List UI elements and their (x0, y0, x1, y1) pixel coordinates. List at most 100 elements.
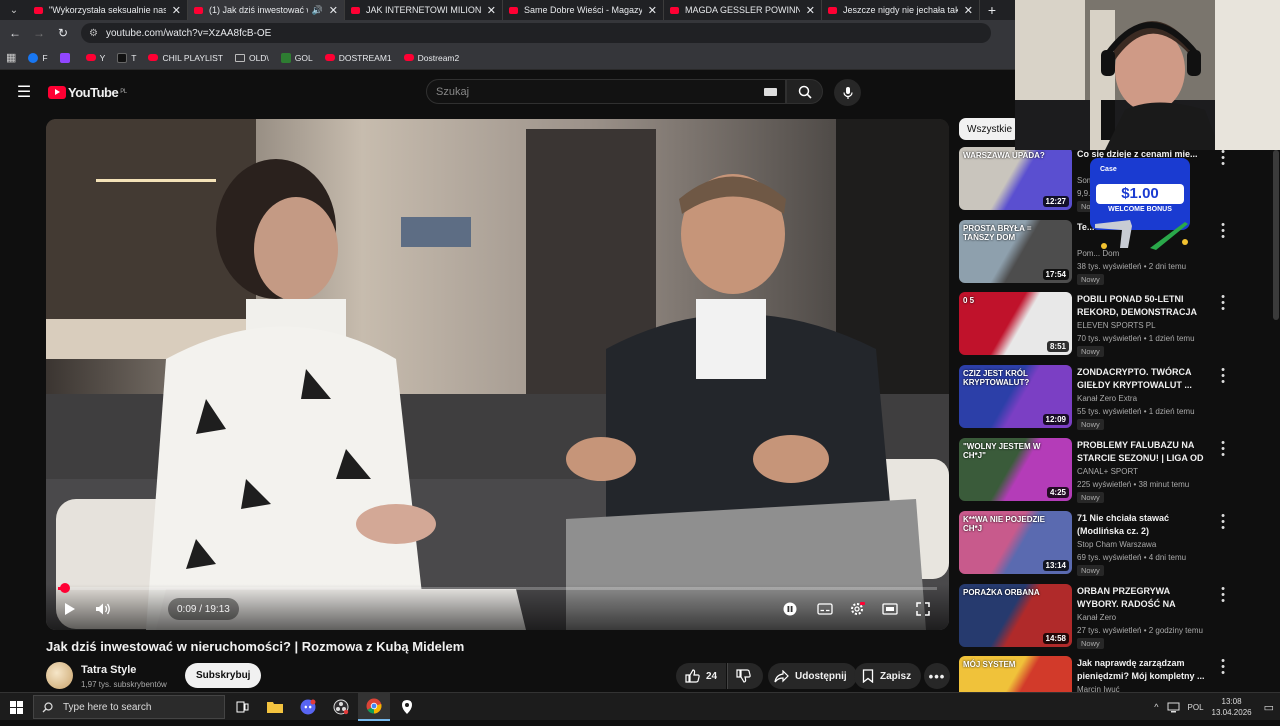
back-button[interactable]: ← (3, 26, 27, 40)
bookmark-item[interactable]: F (28, 52, 48, 63)
video-thumbnail[interactable]: "WOLNY JESTEM W CH*J" 4:25 (959, 438, 1072, 501)
notifications-icon[interactable]: ▭ (1264, 701, 1274, 714)
channel-avatar[interactable] (46, 662, 73, 689)
related-video-channel[interactable]: Pom... Dom (1077, 249, 1119, 258)
network-icon[interactable] (1167, 702, 1180, 713)
forward-button[interactable]: → (27, 26, 51, 40)
reload-button[interactable]: ↻ (51, 26, 75, 40)
search-button[interactable] (786, 79, 823, 104)
close-tab-icon[interactable]: ✕ (964, 4, 973, 17)
bookmark-item[interactable]: DOSTREAM1 (324, 53, 392, 63)
fullscreen-button[interactable] (912, 597, 934, 621)
youtube-logo[interactable]: YouTube PL (48, 85, 127, 100)
progress-bar[interactable] (58, 583, 937, 593)
browser-tab-2[interactable]: (1) Jak dziś inwestować w n 🔊 ✕ (188, 0, 345, 20)
mute-button[interactable] (90, 597, 116, 621)
play-button[interactable] (58, 597, 82, 621)
related-video-channel[interactable]: Kanał Zero (1077, 613, 1116, 622)
related-video-channel[interactable]: ELEVEN SPORTS PL (1077, 321, 1156, 330)
more-vertical-icon[interactable]: • • • (1220, 584, 1226, 607)
save-button[interactable]: Zapisz (854, 663, 922, 689)
voice-search-button[interactable] (834, 79, 861, 106)
more-vertical-icon[interactable]: • • • (1220, 511, 1226, 534)
more-vertical-icon[interactable]: • • • (1220, 438, 1226, 461)
share-button[interactable]: Udostępnij (768, 663, 857, 689)
related-video-title[interactable]: Jak naprawdę zarządzam pieniędzmi? Mój k… (1077, 657, 1213, 682)
video-thumbnail[interactable]: CZIZ JEST KRÓL KRYPTOWALUT? 12:09 (959, 365, 1072, 428)
more-vertical-icon[interactable]: • • • (1220, 656, 1226, 679)
autoplay-toggle[interactable] (780, 597, 800, 621)
related-video-item[interactable]: PORAŻKA ORBANA 14:58 ORBAN PRZEGRYWA WYBOR… (959, 584, 1259, 654)
start-button[interactable] (0, 693, 32, 721)
related-video-title[interactable]: POBILI PONAD 50-LETNI REKORD, DEMONSTRAC… (1077, 293, 1213, 318)
maps-app-button[interactable] (391, 693, 423, 721)
apps-grid-icon[interactable]: ▦ (6, 51, 16, 64)
related-video-title[interactable]: 71 Nie chciała stawać (Modlińska cz. 2) (1077, 512, 1213, 537)
taskbar-search-input[interactable]: Type here to search (33, 695, 225, 719)
browser-tab-1[interactable]: "Wykorzystała seksualnie nasze ✕ (28, 0, 188, 20)
file-explorer-button[interactable] (259, 693, 291, 721)
clock[interactable]: 13:08 13.04.2026 (1212, 696, 1252, 718)
chrome-button[interactable] (358, 693, 390, 721)
progress-scrubber[interactable] (59, 583, 70, 593)
more-vertical-icon[interactable]: • • • (1220, 292, 1226, 315)
task-view-button[interactable] (226, 693, 258, 721)
more-vertical-icon[interactable]: • • • (1220, 147, 1226, 170)
url-field[interactable]: ⚙ youtube.com/watch?v=XzAA8fcB-OE (81, 23, 991, 43)
related-video-title[interactable]: ORBAN PRZEGRYWA WYBORY. RADOŚĆ NA WĘGRZE… (1077, 585, 1213, 610)
obs-button[interactable] (325, 693, 357, 721)
more-vertical-icon[interactable]: • • • (1220, 365, 1226, 388)
bookmark-item[interactable]: CHIL PLAYLIST (148, 53, 223, 63)
related-video-channel[interactable]: CANAL+ SPORT (1077, 467, 1138, 476)
search-input[interactable]: Szukaj (426, 79, 786, 104)
video-player[interactable]: 0:09 / 19:13 (46, 119, 949, 630)
menu-icon[interactable]: ☰ (0, 82, 48, 102)
bookmark-item[interactable]: T (117, 52, 136, 63)
theater-mode-button[interactable] (879, 597, 901, 621)
related-video-channel[interactable]: Kanał Zero Extra (1077, 394, 1137, 403)
video-thumbnail[interactable]: PORAŻKA ORBANA 14:58 (959, 584, 1072, 647)
related-video-title[interactable]: PROBLEMY FALUBAZU NA STARCIE SEZONU! | L… (1077, 439, 1213, 464)
site-info-icon[interactable]: ⚙ (89, 28, 98, 39)
scrollbar[interactable] (1273, 150, 1279, 320)
like-button[interactable]: 24 (676, 663, 726, 689)
bookmark-item[interactable] (59, 52, 74, 63)
more-vertical-icon[interactable]: • • • (1220, 220, 1226, 243)
bookmark-item[interactable]: Dostream2 (403, 53, 459, 63)
related-video-item[interactable]: K**WA NIE POJEDZIE CH*J 13:14 71 Nie chcia… (959, 511, 1259, 581)
discord-button[interactable] (292, 693, 324, 721)
dislike-button[interactable] (727, 663, 763, 689)
related-video-item[interactable]: 0 5 8:51 POBILI PONAD 50-LETNI REKORD, DEM… (959, 292, 1259, 362)
keyboard-icon[interactable] (764, 88, 777, 96)
video-thumbnail[interactable]: 0 5 8:51 (959, 292, 1072, 355)
video-thumbnail[interactable]: WARSZAWA UPADA? 12:27 (959, 147, 1072, 210)
related-video-item[interactable]: "WOLNY JESTEM W CH*J" 4:25 PROBLEMY FALUBA… (959, 438, 1259, 508)
browser-tab-5[interactable]: MAGDA GESSLER POWINNA TU ✕ (664, 0, 822, 20)
browser-tab-3[interactable]: JAK INTERNETOWI MILIONERZ ✕ (345, 0, 503, 20)
close-tab-icon[interactable]: ✕ (806, 4, 815, 17)
new-tab-button[interactable]: + (980, 2, 1004, 18)
subtitles-button[interactable] (814, 597, 836, 621)
subscribe-button[interactable]: Subskrybuj (185, 663, 262, 688)
tray-overflow-icon[interactable]: ^ (1154, 702, 1158, 712)
speaker-icon[interactable]: 🔊 (312, 5, 323, 16)
bookmark-item[interactable]: GOL (280, 52, 313, 63)
close-tab-icon[interactable]: ✕ (648, 4, 657, 17)
close-tab-icon[interactable]: ✕ (172, 4, 181, 17)
browser-tab-4[interactable]: Same Dobre Wieści - Magazyn ✕ (503, 0, 664, 20)
filter-chip-all[interactable]: Wszystkie (959, 118, 1020, 140)
tab-search-button[interactable]: ⌄ (0, 0, 28, 20)
related-video-channel[interactable]: Stop Cham Warszawa (1077, 540, 1156, 549)
related-video-title[interactable]: ZONDACRYPTO. TWÓRCA GIEŁDY KRYPTOWALUT .… (1077, 366, 1213, 391)
channel-name[interactable]: Tatra Style (81, 664, 136, 676)
more-actions-button[interactable]: ••• (924, 663, 950, 689)
browser-tab-6[interactable]: Jeszcze nigdy nie jechała tak dr ✕ (822, 0, 980, 20)
bookmark-item[interactable]: OLD\ (234, 53, 269, 63)
settings-button[interactable] (846, 597, 868, 621)
bookmark-item[interactable]: Y (85, 53, 105, 63)
video-thumbnail[interactable]: K**WA NIE POJEDZIE CH*J 13:14 (959, 511, 1072, 574)
input-language[interactable]: POL (1188, 703, 1204, 712)
related-video-item[interactable]: CZIZ JEST KRÓL KRYPTOWALUT? 12:09 ZONDACRY… (959, 365, 1259, 435)
close-tab-icon[interactable]: ✕ (487, 4, 496, 17)
video-thumbnail[interactable]: PROSTA BRYŁA = TAŃSZY DOM 17:54 (959, 220, 1072, 283)
